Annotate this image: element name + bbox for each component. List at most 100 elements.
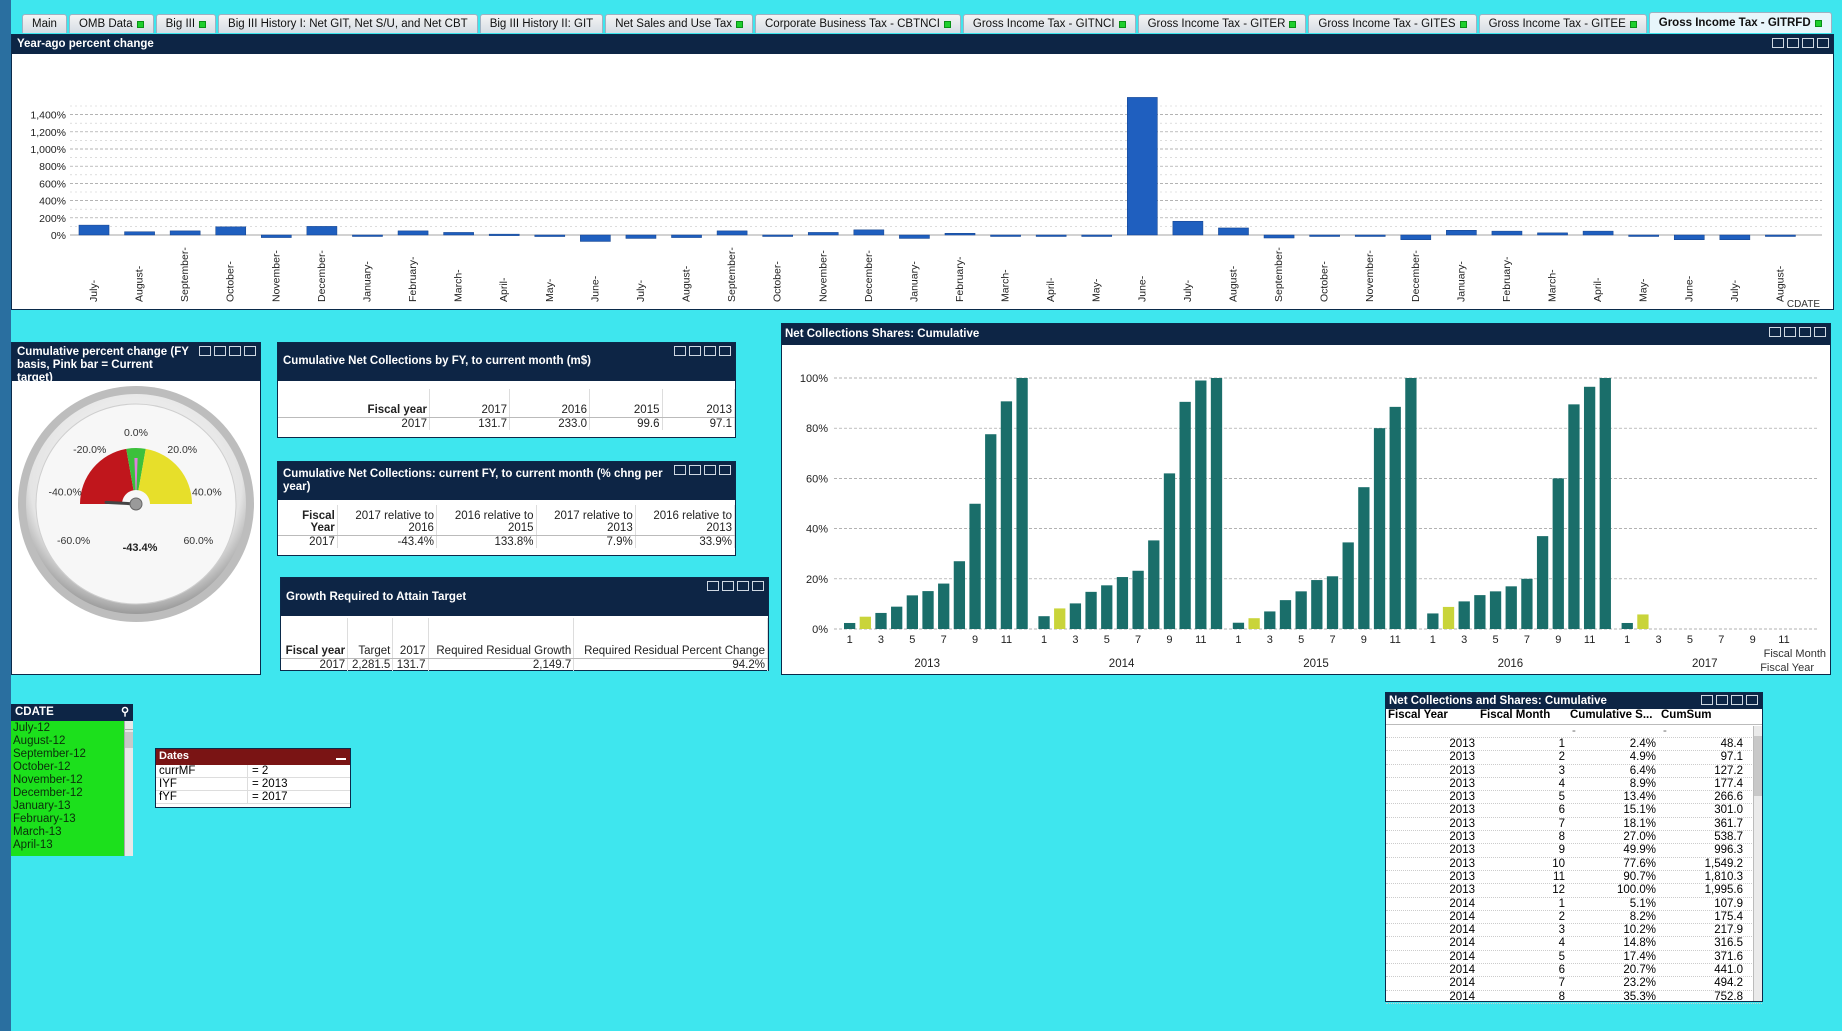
- yoy-bar-chart[interactable]: 0% 200% 400% 600% 800% 1,000% 1,200% 1,400% July…: [12, 54, 1833, 310]
- export-icon[interactable]: [689, 465, 701, 475]
- scroll-up-arrow[interactable]: [125, 721, 133, 730]
- col-header[interactable]: 2016 relative to 2013: [635, 505, 736, 536]
- bar: [1116, 577, 1129, 629]
- sheet-tab[interactable]: Gross Income Tax - GITRFD: [1648, 12, 1832, 33]
- sheet-tab[interactable]: Gross Income Tax - GITNCI: [962, 14, 1136, 33]
- col-header[interactable]: 2015: [589, 389, 663, 418]
- bar: [397, 230, 429, 236]
- bar: [1442, 606, 1455, 629]
- variable-value[interactable]: = 2013: [248, 778, 288, 790]
- list-item[interactable]: July-12: [11, 722, 133, 735]
- sheet-tab[interactable]: Big III History II: GIT: [479, 14, 604, 33]
- gauge-tick-label: 0.0%: [124, 427, 148, 439]
- export-icon[interactable]: [1784, 327, 1796, 337]
- cell: 2014: [1449, 977, 1475, 990]
- sheet-tab[interactable]: Gross Income Tax - GITER: [1137, 14, 1307, 33]
- export-icon[interactable]: [1716, 695, 1728, 705]
- minimize-icon[interactable]: [336, 752, 346, 760]
- sheet-tab-label: Gross Income Tax - GITES: [1318, 18, 1456, 30]
- scroll-thumb[interactable]: [125, 732, 133, 748]
- minimize-icon[interactable]: [704, 346, 716, 356]
- col-header[interactable]: 2017: [392, 618, 429, 659]
- export-icon[interactable]: [689, 346, 701, 356]
- print-icon[interactable]: [1769, 327, 1781, 337]
- col-header[interactable]: Required Residual Percent Change: [573, 618, 768, 659]
- print-icon[interactable]: [1701, 695, 1713, 705]
- print-icon[interactable]: [199, 346, 211, 356]
- table-row: 2013 11 90.7% 1,810.3: [1386, 871, 1762, 885]
- minimize-icon[interactable]: [229, 346, 241, 356]
- variable-value[interactable]: = 2: [248, 765, 268, 777]
- col-header[interactable]: Fiscal year: [281, 618, 349, 659]
- minimize-icon[interactable]: [704, 465, 716, 475]
- minimize-icon[interactable]: [1731, 695, 1743, 705]
- cell: 2013: [1449, 831, 1475, 844]
- listbox-scrollbar[interactable]: [124, 721, 133, 856]
- sheet-tab-label: Big III History I: Net GIT, Net S/U, and…: [228, 18, 468, 30]
- col-header[interactable]: 2013: [662, 389, 735, 418]
- col-header-fiscal-month[interactable]: Fiscal Month: [1478, 709, 1568, 724]
- sheet-tab[interactable]: Net Sales and Use Tax: [605, 14, 753, 33]
- y-tick-label: 40%: [806, 524, 828, 536]
- sheet-tab[interactable]: OMB Data: [68, 14, 154, 33]
- x-tick-label: November-: [270, 250, 282, 302]
- list-item[interactable]: September-12: [11, 748, 133, 761]
- print-icon[interactable]: [1772, 38, 1784, 48]
- maximize-icon[interactable]: [1814, 327, 1826, 337]
- col-header-cumsum[interactable]: CumSum: [1659, 709, 1747, 724]
- list-item[interactable]: October-12: [11, 761, 133, 774]
- bar: [1637, 614, 1649, 629]
- col-header[interactable]: 2016: [509, 389, 591, 418]
- table-scrollbar[interactable]: [1753, 726, 1762, 1001]
- print-icon[interactable]: [674, 465, 686, 475]
- print-icon[interactable]: [674, 346, 686, 356]
- sheet-tab[interactable]: Corporate Business Tax - CBTNCI: [755, 14, 961, 33]
- minimize-icon[interactable]: [1802, 38, 1814, 48]
- export-icon[interactable]: [1787, 38, 1799, 48]
- col-header[interactable]: Required Residual Growth: [428, 618, 575, 659]
- sheet-tab[interactable]: Main: [22, 14, 67, 33]
- scroll-thumb[interactable]: [1754, 736, 1762, 796]
- col-header[interactable]: 2017 relative to 2016: [337, 505, 437, 536]
- list-item[interactable]: April-13: [11, 839, 133, 852]
- minimize-icon[interactable]: [737, 581, 749, 591]
- print-icon[interactable]: [707, 581, 719, 591]
- maximize-icon[interactable]: [244, 346, 256, 356]
- list-item[interactable]: August-12: [11, 735, 133, 748]
- cell: 131.7: [392, 658, 429, 671]
- sheet-tab[interactable]: Big III: [155, 14, 217, 33]
- maximize-icon[interactable]: [752, 581, 764, 591]
- col-header[interactable]: 2017: [429, 389, 511, 418]
- maximize-icon[interactable]: [719, 346, 731, 356]
- variable-value[interactable]: = 2017: [248, 791, 288, 803]
- bar: [1474, 595, 1486, 629]
- bar: [1621, 622, 1633, 629]
- export-icon[interactable]: [722, 581, 734, 591]
- col-header[interactable]: Target: [347, 618, 394, 659]
- export-icon[interactable]: [214, 346, 226, 356]
- col-header[interactable]: 2017 relative to 2013: [536, 505, 636, 536]
- search-icon[interactable]: ⚲: [121, 706, 129, 719]
- sheet-tab[interactable]: Big III History I: Net GIT, Net S/U, and…: [218, 14, 478, 33]
- minimize-icon[interactable]: [1799, 327, 1811, 337]
- list-item[interactable]: November-12: [11, 774, 133, 787]
- col-header[interactable]: Fiscal Year: [278, 505, 338, 536]
- sheet-tab[interactable]: Gross Income Tax - GITES: [1308, 14, 1477, 33]
- maximize-icon[interactable]: [719, 465, 731, 475]
- list-item[interactable]: March-13: [11, 826, 133, 839]
- list-item[interactable]: January-13: [11, 800, 133, 813]
- col-header-cumulative-share[interactable]: Cumulative S...: [1568, 709, 1659, 724]
- list-item[interactable]: February-13: [11, 813, 133, 826]
- sheet-tab[interactable]: Gross Income Tax - GITEE: [1478, 14, 1647, 33]
- gauge-chart[interactable]: -60.0% -40.0% -20.0% 0.0% 20.0% 40.0% 60.0% -43…: [12, 381, 260, 674]
- col-header[interactable]: 2016 relative to 2015: [436, 505, 537, 536]
- gauge-panel: Cumulative percent change (FY basis, Pin…: [11, 342, 261, 675]
- shares-bar-chart[interactable]: 0%20%40%60%80%100%1 3 5 7 9 1120131 3 5 7 9 112014…: [782, 345, 1830, 674]
- maximize-icon[interactable]: [1817, 38, 1829, 48]
- maximize-icon[interactable]: [1746, 695, 1758, 705]
- list-item[interactable]: December-12: [11, 787, 133, 800]
- bar: [938, 583, 950, 629]
- col-header[interactable]: Fiscal year: [278, 389, 431, 418]
- bar: [762, 234, 793, 237]
- col-header-fiscal-year[interactable]: Fiscal Year: [1386, 709, 1478, 724]
